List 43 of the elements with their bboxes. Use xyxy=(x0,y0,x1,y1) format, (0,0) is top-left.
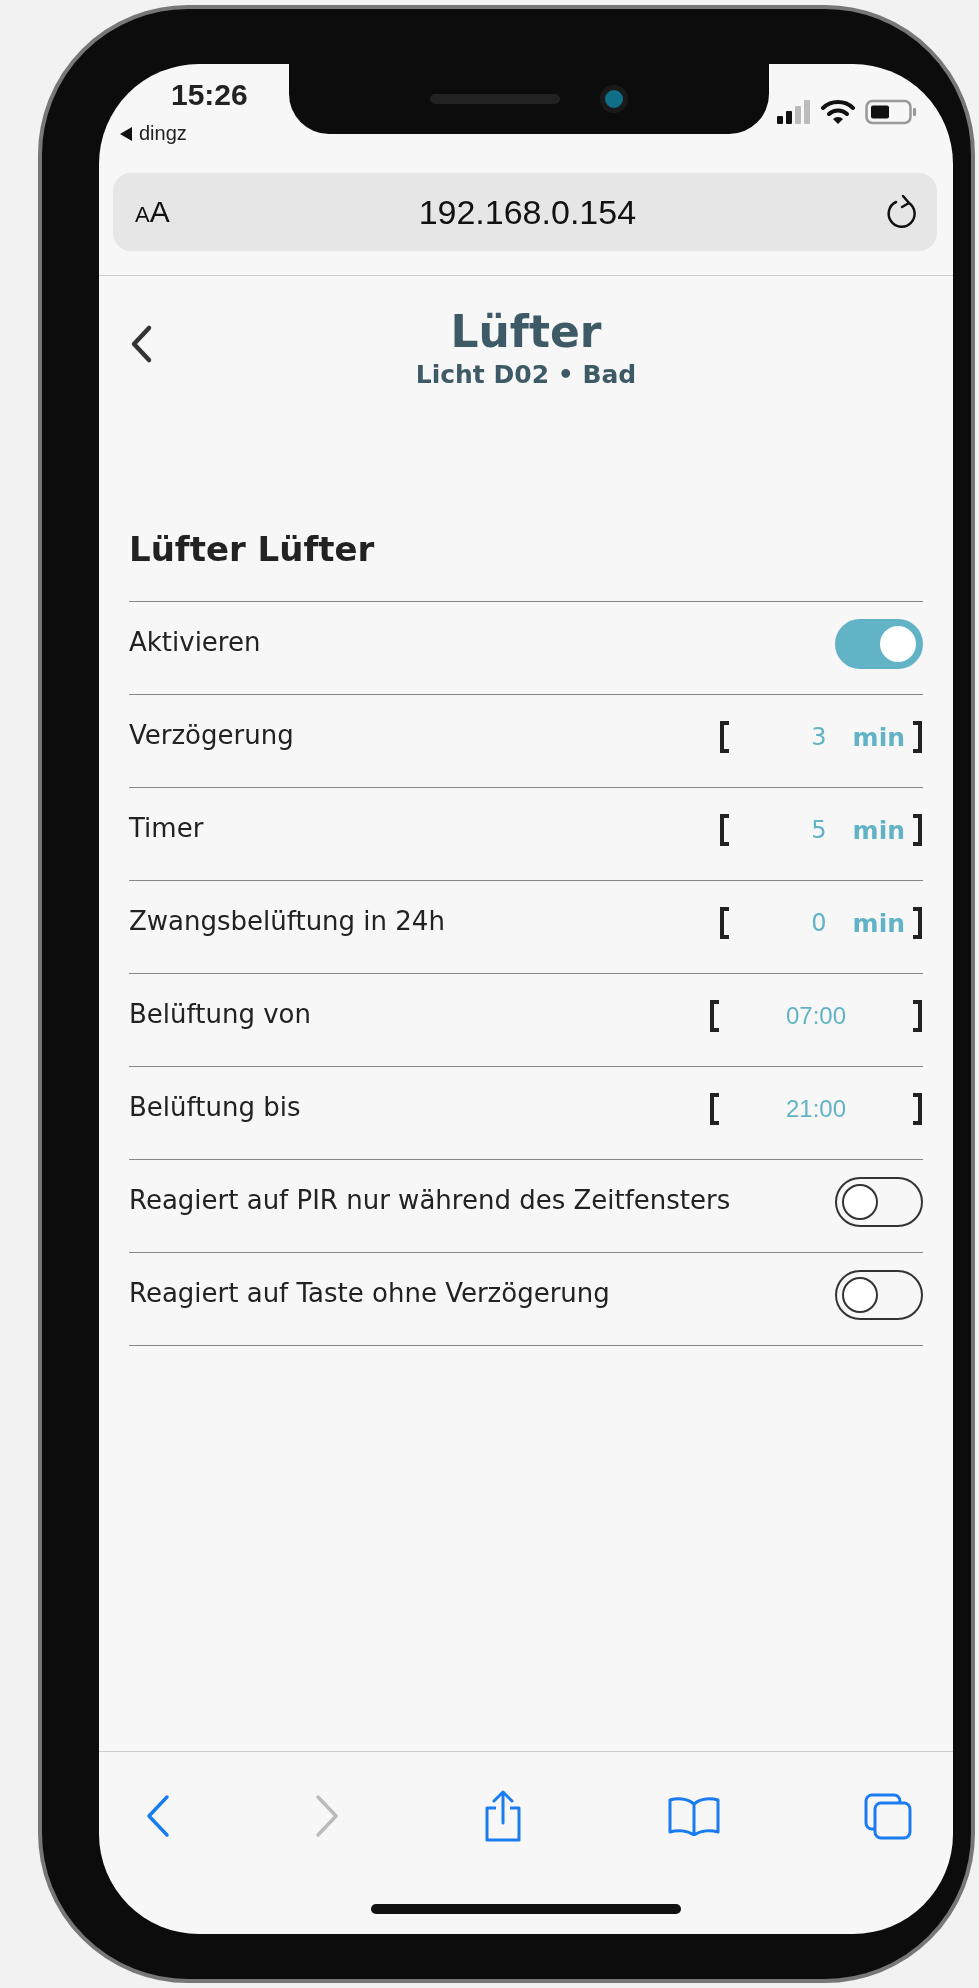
setting-label: Zwangsbelüftung in 24h xyxy=(129,906,445,936)
reload-icon[interactable] xyxy=(885,194,919,230)
wifi-icon xyxy=(821,98,855,125)
back-icon[interactable] xyxy=(145,1794,171,1838)
book-icon[interactable] xyxy=(666,1796,721,1836)
toggle-switch[interactable] xyxy=(835,619,923,669)
url-text: 192.168.0.154 xyxy=(417,192,638,232)
setting-label: Aktivieren xyxy=(129,627,261,657)
back-to-app-link[interactable]: dingz xyxy=(139,122,187,145)
setting-label: Belüftung bis xyxy=(129,1092,301,1122)
battery-icon xyxy=(865,98,917,125)
cellular-signal-icon xyxy=(777,99,811,124)
setting-label: Verzögerung xyxy=(129,720,294,750)
left-bracket-icon xyxy=(709,1093,721,1125)
status-time: 15:26 xyxy=(171,78,248,112)
right-bracket-icon xyxy=(911,814,923,846)
setting-label: Reagiert auf Taste ohne Verzögerung xyxy=(129,1278,610,1308)
address-bar[interactable]: AA 192.168.0.154 xyxy=(113,173,937,251)
right-bracket-icon xyxy=(911,721,923,753)
number-field[interactable]: 5 min xyxy=(718,814,923,846)
number-field[interactable]: 0 min xyxy=(718,907,923,939)
setting-label: Timer xyxy=(129,813,204,843)
time-field[interactable]: 21:00 xyxy=(709,1093,923,1125)
setting-label: Reagiert auf PIR nur während des Zeitfensters xyxy=(129,1185,731,1215)
left-bracket-icon xyxy=(718,721,731,753)
right-bracket-icon xyxy=(911,1093,923,1125)
left-bracket-icon xyxy=(718,814,731,846)
number-field[interactable]: 3 min xyxy=(718,721,923,753)
left-bracket-icon xyxy=(718,907,731,939)
back-chevron-icon[interactable] xyxy=(129,324,153,364)
text-size-button[interactable]: AA xyxy=(135,195,170,229)
back-triangle-icon xyxy=(119,125,133,142)
page-subtitle: Licht D02 • Bad xyxy=(414,360,638,389)
right-bracket-icon xyxy=(911,1000,923,1032)
section-title: Lüfter Lüfter xyxy=(129,529,376,569)
toggle-switch[interactable] xyxy=(835,1177,923,1227)
left-bracket-icon xyxy=(709,1000,721,1032)
tabs-icon[interactable] xyxy=(863,1792,913,1840)
page-title: Lüfter xyxy=(450,306,602,358)
setting-label: Belüftung von xyxy=(129,999,311,1029)
right-bracket-icon xyxy=(911,907,923,939)
toggle-switch[interactable] xyxy=(835,1270,923,1320)
time-field[interactable]: 07:00 xyxy=(709,1000,923,1032)
